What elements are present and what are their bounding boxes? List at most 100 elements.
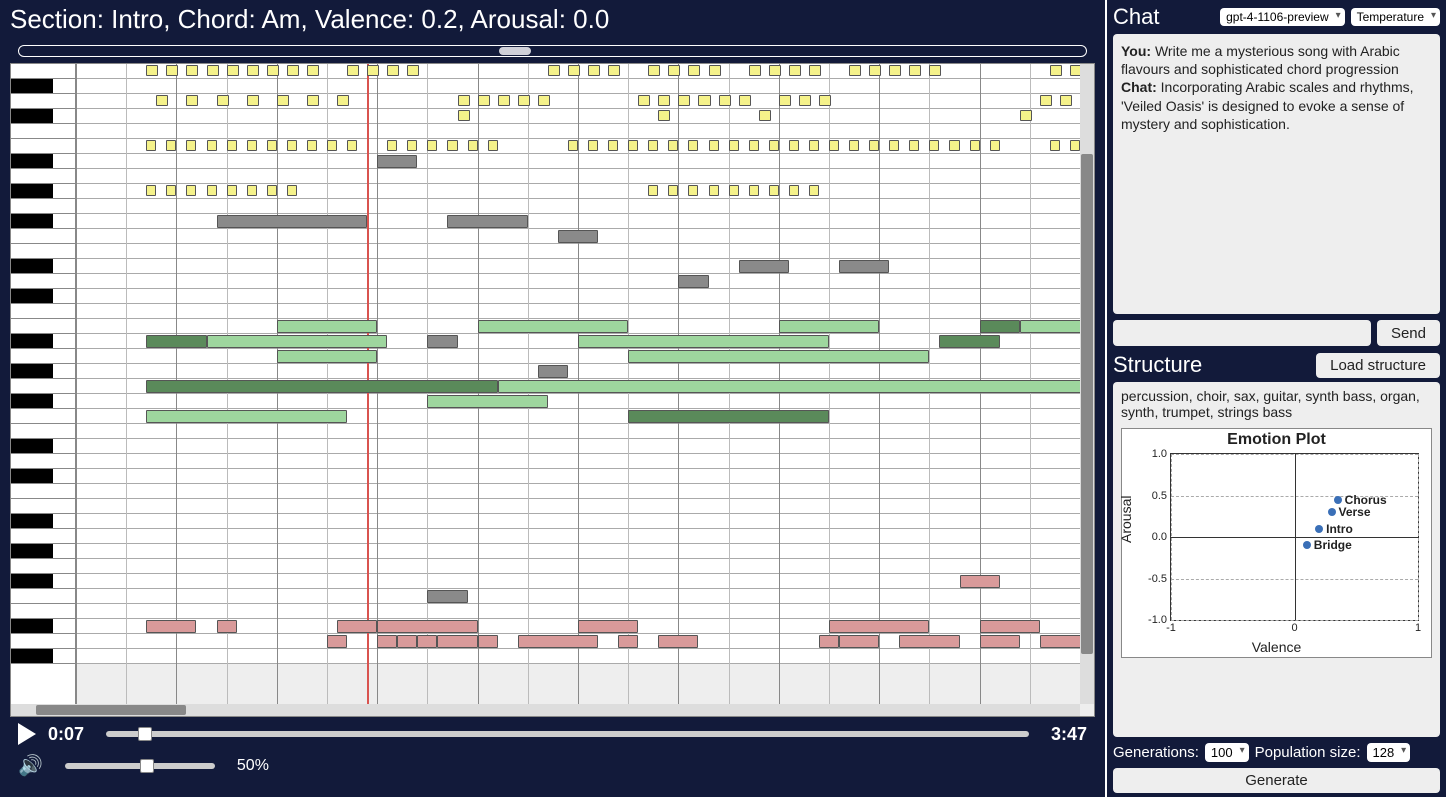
note[interactable]	[789, 185, 799, 196]
note[interactable]	[458, 95, 470, 106]
note[interactable]	[889, 140, 899, 151]
note[interactable]	[146, 410, 347, 423]
note[interactable]	[839, 635, 879, 648]
note[interactable]	[307, 65, 319, 76]
note[interactable]	[146, 620, 196, 633]
note[interactable]	[769, 65, 781, 76]
note[interactable]	[186, 140, 196, 151]
note[interactable]	[277, 320, 377, 333]
note[interactable]	[407, 140, 417, 151]
note[interactable]	[809, 65, 821, 76]
load-structure-button[interactable]: Load structure	[1316, 353, 1440, 378]
note[interactable]	[899, 635, 959, 648]
note[interactable]	[166, 185, 176, 196]
note[interactable]	[739, 260, 789, 273]
note[interactable]	[447, 215, 527, 228]
note[interactable]	[568, 140, 578, 151]
note[interactable]	[146, 140, 156, 151]
note[interactable]	[478, 320, 629, 333]
note[interactable]	[568, 65, 580, 76]
note[interactable]	[739, 95, 751, 106]
note[interactable]	[688, 185, 698, 196]
note[interactable]	[709, 185, 719, 196]
note[interactable]	[468, 140, 478, 151]
horizontal-scrollbar[interactable]	[11, 704, 1080, 716]
note[interactable]	[146, 335, 206, 348]
note[interactable]	[287, 185, 297, 196]
note[interactable]	[578, 335, 829, 348]
note[interactable]	[889, 65, 901, 76]
time-slider-thumb[interactable]	[138, 727, 152, 741]
vertical-scrollbar-thumb[interactable]	[1081, 154, 1093, 654]
time-slider[interactable]	[106, 731, 1029, 737]
note[interactable]	[970, 140, 980, 151]
note[interactable]	[307, 95, 319, 106]
note[interactable]	[769, 185, 779, 196]
note[interactable]	[688, 140, 698, 151]
piano-roll[interactable]	[10, 63, 1095, 717]
note[interactable]	[437, 635, 477, 648]
note[interactable]	[909, 65, 921, 76]
note[interactable]	[498, 95, 510, 106]
temperature-dropdown[interactable]: Temperature	[1351, 8, 1440, 26]
note[interactable]	[729, 140, 739, 151]
note[interactable]	[668, 65, 680, 76]
note[interactable]	[287, 65, 299, 76]
note[interactable]	[447, 140, 457, 151]
note[interactable]	[538, 365, 568, 378]
note[interactable]	[538, 95, 550, 106]
piano-grid[interactable]	[76, 64, 1080, 704]
note[interactable]	[789, 140, 799, 151]
volume-icon[interactable]: 🔊	[18, 753, 43, 778]
note[interactable]	[227, 65, 239, 76]
note[interactable]	[628, 140, 638, 151]
note[interactable]	[207, 335, 388, 348]
note[interactable]	[458, 110, 470, 121]
note[interactable]	[427, 590, 467, 603]
note[interactable]	[849, 140, 859, 151]
note[interactable]	[608, 140, 618, 151]
note[interactable]	[156, 95, 168, 106]
note[interactable]	[227, 140, 237, 151]
note[interactable]	[146, 185, 156, 196]
note[interactable]	[578, 620, 638, 633]
note[interactable]	[488, 140, 498, 151]
note[interactable]	[749, 65, 761, 76]
note[interactable]	[949, 140, 959, 151]
note[interactable]	[909, 140, 919, 151]
note[interactable]	[377, 635, 397, 648]
note[interactable]	[698, 95, 710, 106]
note[interactable]	[558, 230, 598, 243]
volume-slider-thumb[interactable]	[140, 759, 154, 773]
note[interactable]	[668, 140, 678, 151]
note[interactable]	[427, 140, 437, 151]
note[interactable]	[929, 65, 941, 76]
note[interactable]	[166, 140, 176, 151]
note[interactable]	[759, 110, 771, 121]
note[interactable]	[588, 65, 600, 76]
note[interactable]	[327, 635, 347, 648]
note[interactable]	[869, 65, 881, 76]
play-button[interactable]	[18, 723, 36, 745]
zoom-slider[interactable]	[18, 45, 1087, 57]
note[interactable]	[819, 635, 839, 648]
note[interactable]	[789, 65, 801, 76]
note[interactable]	[929, 140, 939, 151]
note[interactable]	[207, 65, 219, 76]
note[interactable]	[518, 635, 598, 648]
note[interactable]	[668, 185, 678, 196]
note[interactable]	[186, 65, 198, 76]
note[interactable]	[146, 380, 497, 393]
note[interactable]	[819, 95, 831, 106]
note[interactable]	[327, 140, 337, 151]
note[interactable]	[247, 65, 259, 76]
note[interactable]	[809, 185, 819, 196]
note[interactable]	[678, 95, 690, 106]
zoom-thumb[interactable]	[499, 47, 531, 55]
note[interactable]	[608, 65, 620, 76]
note[interactable]	[307, 140, 317, 151]
note[interactable]	[417, 635, 437, 648]
note[interactable]	[387, 65, 399, 76]
note[interactable]	[990, 140, 1000, 151]
note[interactable]	[980, 635, 1020, 648]
